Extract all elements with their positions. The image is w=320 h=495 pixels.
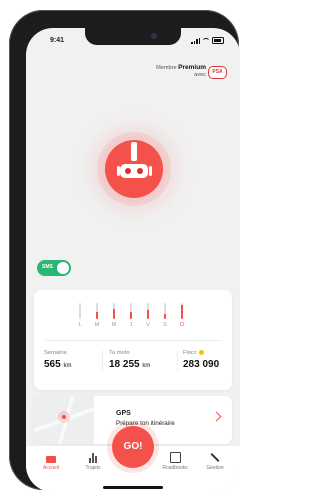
helmet-eye-right: [137, 168, 143, 174]
stat-separator: [102, 350, 103, 372]
nav-accueil-label: Accueil: [42, 465, 60, 471]
location-pin-icon: [58, 411, 70, 423]
helmet-stripe: [131, 142, 137, 161]
stat-separator: [177, 350, 178, 372]
stat-moto-label: Ta moto: [109, 350, 130, 356]
day-bar: V: [144, 303, 152, 328]
day-track: [181, 303, 183, 319]
day-bar: D: [178, 303, 186, 328]
membership-label: Membre Premium avec: [156, 64, 206, 79]
roadbook-icon: [169, 452, 181, 463]
day-track: [130, 303, 132, 319]
day-fill: [147, 310, 149, 319]
stat-flocc-label: Flocc: [183, 350, 197, 357]
toggle-knob: [57, 262, 69, 274]
day-label: D: [180, 322, 184, 328]
partner-logo[interactable]: PSA: [208, 66, 227, 79]
home-icon: [46, 456, 56, 463]
day-label: M: [94, 322, 100, 328]
battery-icon: [212, 37, 224, 44]
day-label: V: [146, 322, 150, 328]
phone-frame: 9:41 Membre Premium avec PSA SMS L M M J…: [9, 10, 240, 492]
status-icons: [191, 37, 224, 44]
go-button[interactable]: GO!: [112, 426, 154, 468]
day-bar: J: [127, 303, 135, 328]
wifi-icon: [202, 38, 210, 45]
day-fill: [96, 311, 98, 319]
nav-accueil[interactable]: Accueil: [32, 452, 70, 471]
day-track: [79, 303, 81, 319]
stats-divider: [44, 340, 222, 341]
gps-title: GPS: [116, 410, 131, 417]
coin-icon: [198, 350, 204, 355]
stat-flocc: Flocc 283 090: [183, 350, 219, 370]
sms-toggle[interactable]: SMS: [37, 260, 71, 276]
nav-roadbooks[interactable]: Roadbooks: [156, 452, 194, 471]
membre-prefix: Membre: [156, 65, 177, 71]
stat-semaine-unit: km: [63, 363, 72, 369]
signal-icon: [191, 37, 200, 44]
stat-semaine: Semaine 565 km: [44, 350, 71, 370]
home-indicator: [103, 486, 163, 489]
day-track: [113, 303, 115, 319]
day-fill: [130, 311, 132, 319]
day-label: L: [78, 322, 82, 328]
stats-card: L M M J V S D Semaine 565 km Ta moto 18 255 km…: [34, 290, 232, 390]
day-bar: L: [76, 303, 84, 328]
stat-semaine-value: 565: [44, 359, 61, 370]
nav-roadbooks-label: Roadbooks: [162, 465, 188, 471]
nav-gestion-label: Gestion: [206, 465, 224, 471]
app-screen: 9:41 Membre Premium avec PSA SMS L M M J…: [26, 28, 240, 492]
stat-semaine-label: Semaine: [44, 350, 67, 356]
stat-flocc-value: 283 090: [183, 359, 220, 371]
day-track: [164, 303, 166, 319]
stat-moto-value: 18 255: [109, 359, 140, 370]
gps-subtitle: Prépare ton itinéraire: [116, 420, 175, 427]
wrench-icon: [210, 452, 220, 463]
helmet-avatar[interactable]: [105, 140, 163, 198]
membre-suffix: avec: [194, 72, 206, 78]
stat-moto-unit: km: [142, 363, 151, 369]
membre-level: Premium: [178, 64, 206, 71]
nav-gestion[interactable]: Gestion: [196, 452, 234, 471]
day-label: M: [111, 322, 117, 328]
stat-moto: Ta moto 18 255 km: [109, 350, 150, 370]
day-bar: M: [93, 303, 101, 328]
chevron-right-icon: [211, 411, 222, 422]
day-label: J: [129, 322, 133, 328]
day-bar: S: [161, 303, 169, 328]
stats-icon: [74, 452, 112, 463]
day-bar: M: [110, 303, 118, 328]
day-fill: [164, 314, 166, 319]
day-track: [96, 303, 98, 319]
nav-trajets-label: Trajets: [85, 465, 101, 471]
helmet-ear-right: [149, 166, 152, 176]
day-fill: [113, 309, 115, 319]
sms-toggle-label: SMS: [42, 264, 53, 270]
helmet-eye-left: [125, 168, 131, 174]
day-track: [147, 303, 149, 319]
map-thumbnail: [34, 396, 94, 444]
weekly-activity: LMMJVSD: [76, 303, 186, 328]
day-label: S: [163, 322, 167, 328]
status-time: 9:41: [50, 37, 65, 44]
nav-trajets[interactable]: Trajets: [74, 452, 112, 471]
day-fill: [181, 304, 183, 319]
status-bar: 9:41: [26, 28, 240, 48]
